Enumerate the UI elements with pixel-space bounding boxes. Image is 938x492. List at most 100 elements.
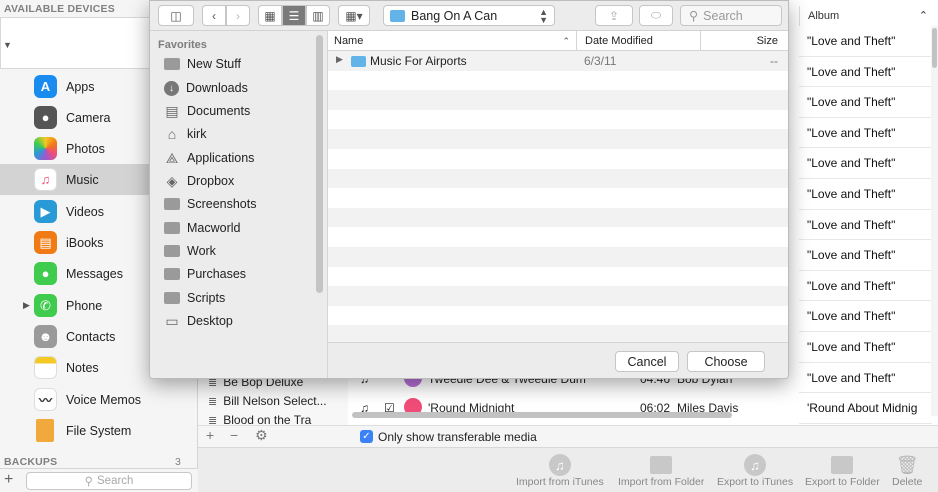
import-from-itunes-button[interactable]: ♫ Import from iTunes — [516, 454, 604, 488]
search-icon: ⚲ — [689, 9, 699, 23]
vertical-scrollbar[interactable] — [931, 26, 938, 416]
grid-icon: ▦ — [264, 8, 276, 23]
favorite-work[interactable]: Work — [164, 241, 216, 261]
size-column-header[interactable]: Size — [700, 31, 788, 51]
contacts-icon: ☻ — [34, 325, 57, 348]
sidebar-item-voice-memos[interactable]: 〰 Voice Memos — [0, 384, 186, 415]
checkbox-checked-icon[interactable]: ✓ — [360, 430, 373, 443]
arrange-button[interactable]: ▦▾ — [338, 5, 370, 26]
album-cell: "Love and Theft" — [799, 332, 932, 363]
sidebar-search-input[interactable]: ⚲ Search — [26, 472, 192, 490]
sidebar-item-label: iBooks — [66, 235, 104, 250]
cancel-button[interactable]: Cancel — [615, 351, 679, 372]
favorites-title: Favorites — [158, 39, 207, 51]
file-row[interactable]: ▶ Music For Airports 6/3/11 -- — [328, 51, 788, 71]
album-cell: 'Round About Midnig — [799, 393, 932, 424]
camera-icon: ● — [34, 106, 57, 129]
phone-disclosure-icon[interactable]: ▶ — [23, 300, 30, 311]
favorite-macworld[interactable]: Macworld — [164, 218, 241, 238]
updown-chevron-icon: ▲ ▼ — [539, 7, 548, 25]
dialog-search-input[interactable]: ⚲ Search — [680, 5, 782, 26]
favorites-scrollbar[interactable] — [316, 35, 323, 293]
dropbox-icon: ◈ — [166, 172, 178, 189]
empty-row — [328, 246, 788, 267]
name-column-header[interactable]: Name ⌃ — [328, 31, 576, 51]
sidebar-item-label: Camera — [66, 110, 111, 125]
song-row[interactable]: ♫ ☑ 'Round Midnight 06:02 Miles Davis — [352, 393, 799, 423]
transferable-filter[interactable]: ✓ Only show transferable media — [350, 425, 938, 447]
folder-icon — [164, 58, 180, 70]
remove-icon[interactable]: − — [230, 427, 238, 443]
device-disclosure-icon[interactable]: ▼ — [3, 40, 12, 50]
sidebar-item-label: Contacts — [66, 329, 116, 344]
arrange-icon: ▦▾ — [345, 8, 363, 23]
favorite-screenshots[interactable]: Screenshots — [164, 194, 256, 214]
empty-row — [328, 109, 788, 130]
empty-row — [328, 286, 788, 306]
date-column-header[interactable]: Date Modified — [576, 31, 700, 51]
tag-button[interactable]: ⬭ — [639, 5, 673, 26]
action-bar: ♫ Import from iTunes Import from Folder … — [198, 447, 938, 492]
desktop-icon: ▭ — [165, 312, 179, 329]
add-icon[interactable]: + — [206, 427, 214, 443]
album-cell: "Love and Theft" — [799, 179, 932, 210]
delete-button[interactable]: 🗑 Delete — [892, 454, 922, 489]
playlist-item[interactable]: ≣ Bill Nelson Select... — [208, 394, 327, 408]
music-note-icon: ♫ — [744, 454, 767, 476]
forward-button[interactable]: › — [226, 5, 250, 26]
folder-icon — [164, 198, 180, 210]
messages-icon: ● — [34, 262, 57, 285]
favorite-documents[interactable]: ▤ Documents — [164, 101, 250, 121]
share-button[interactable]: ⇪ — [595, 5, 633, 26]
sidebar-item-file-system[interactable]: File System — [0, 415, 186, 446]
album-cell: "Love and Theft" — [799, 57, 932, 88]
favorite-desktop[interactable]: ▭ Desktop — [164, 311, 232, 331]
notes-icon — [34, 356, 57, 379]
export-to-itunes-button[interactable]: ♫ Export to iTunes — [717, 454, 793, 488]
sidebar-footer: + ⚲ Search — [0, 468, 198, 492]
folder-icon — [164, 292, 180, 304]
playlist-toolbar: + − ⚙ — [198, 425, 350, 447]
album-column-header[interactable]: Album ⌃ — [799, 6, 932, 26]
album-cell: "Love and Theft" — [799, 87, 932, 118]
open-folder-dialog: ◫ ‹ › ▦ ☰ ▥ ▦▾ Bang On A Can ▲ ▼ ⇪ ⬭ ⚲ Se… — [149, 0, 789, 379]
favorite-dropbox[interactable]: ◈ Dropbox — [164, 171, 235, 191]
back-button[interactable]: ‹ — [202, 5, 226, 26]
empty-row — [328, 129, 788, 149]
path-popup[interactable]: Bang On A Can ▲ ▼ — [383, 5, 555, 26]
album-cell: "Love and Theft" — [799, 210, 932, 241]
folder-icon — [831, 456, 854, 474]
add-icon[interactable]: + — [4, 471, 13, 489]
disclosure-triangle-icon[interactable]: ▶ — [336, 54, 343, 65]
favorite-applications[interactable]: ⟁ Applications — [164, 148, 255, 168]
sidebar-item-label: Photos — [66, 141, 105, 156]
choose-button[interactable]: Choose — [687, 351, 765, 372]
horizontal-scrollbar[interactable] — [352, 412, 732, 418]
album-cell: "Love and Theft" — [799, 26, 932, 57]
icon-view-button[interactable]: ▦ — [258, 5, 282, 26]
import-from-folder-button[interactable]: Import from Folder — [618, 454, 704, 488]
sidebar-item-label: Music — [66, 172, 99, 187]
sidebar-toggle-button[interactable]: ◫ — [158, 5, 194, 26]
gear-icon[interactable]: ⚙ — [255, 427, 268, 444]
favorite-new-stuff[interactable]: New Stuff — [164, 54, 241, 74]
empty-row — [328, 148, 788, 169]
file-system-icon — [36, 419, 54, 442]
favorite-downloads[interactable]: ↓ Downloads — [164, 78, 248, 98]
folder-icon — [164, 268, 180, 280]
sidebar-item-label: Videos — [66, 204, 104, 219]
music-note-icon: ♫ — [548, 454, 571, 476]
device-selector[interactable] — [0, 17, 150, 69]
videos-icon: ▶ — [34, 200, 57, 223]
favorite-scripts[interactable]: Scripts — [164, 288, 225, 308]
favorite-kirk[interactable]: ⌂ kirk — [164, 124, 207, 144]
search-icon: ⚲ — [84, 476, 93, 488]
favorites-sidebar: Favorites New Stuff ↓ Downloads ▤ Document… — [150, 31, 328, 378]
folder-icon — [650, 456, 673, 474]
favorite-purchases[interactable]: Purchases — [164, 264, 246, 284]
export-to-folder-button[interactable]: Export to Folder — [805, 454, 880, 488]
dialog-toolbar: ◫ ‹ › ▦ ☰ ▥ ▦▾ Bang On A Can ▲ ▼ ⇪ ⬭ ⚲ Se… — [150, 1, 788, 31]
trash-icon: 🗑 — [895, 454, 919, 475]
column-view-button[interactable]: ▥ — [306, 5, 330, 26]
list-view-button[interactable]: ☰ — [282, 5, 306, 26]
